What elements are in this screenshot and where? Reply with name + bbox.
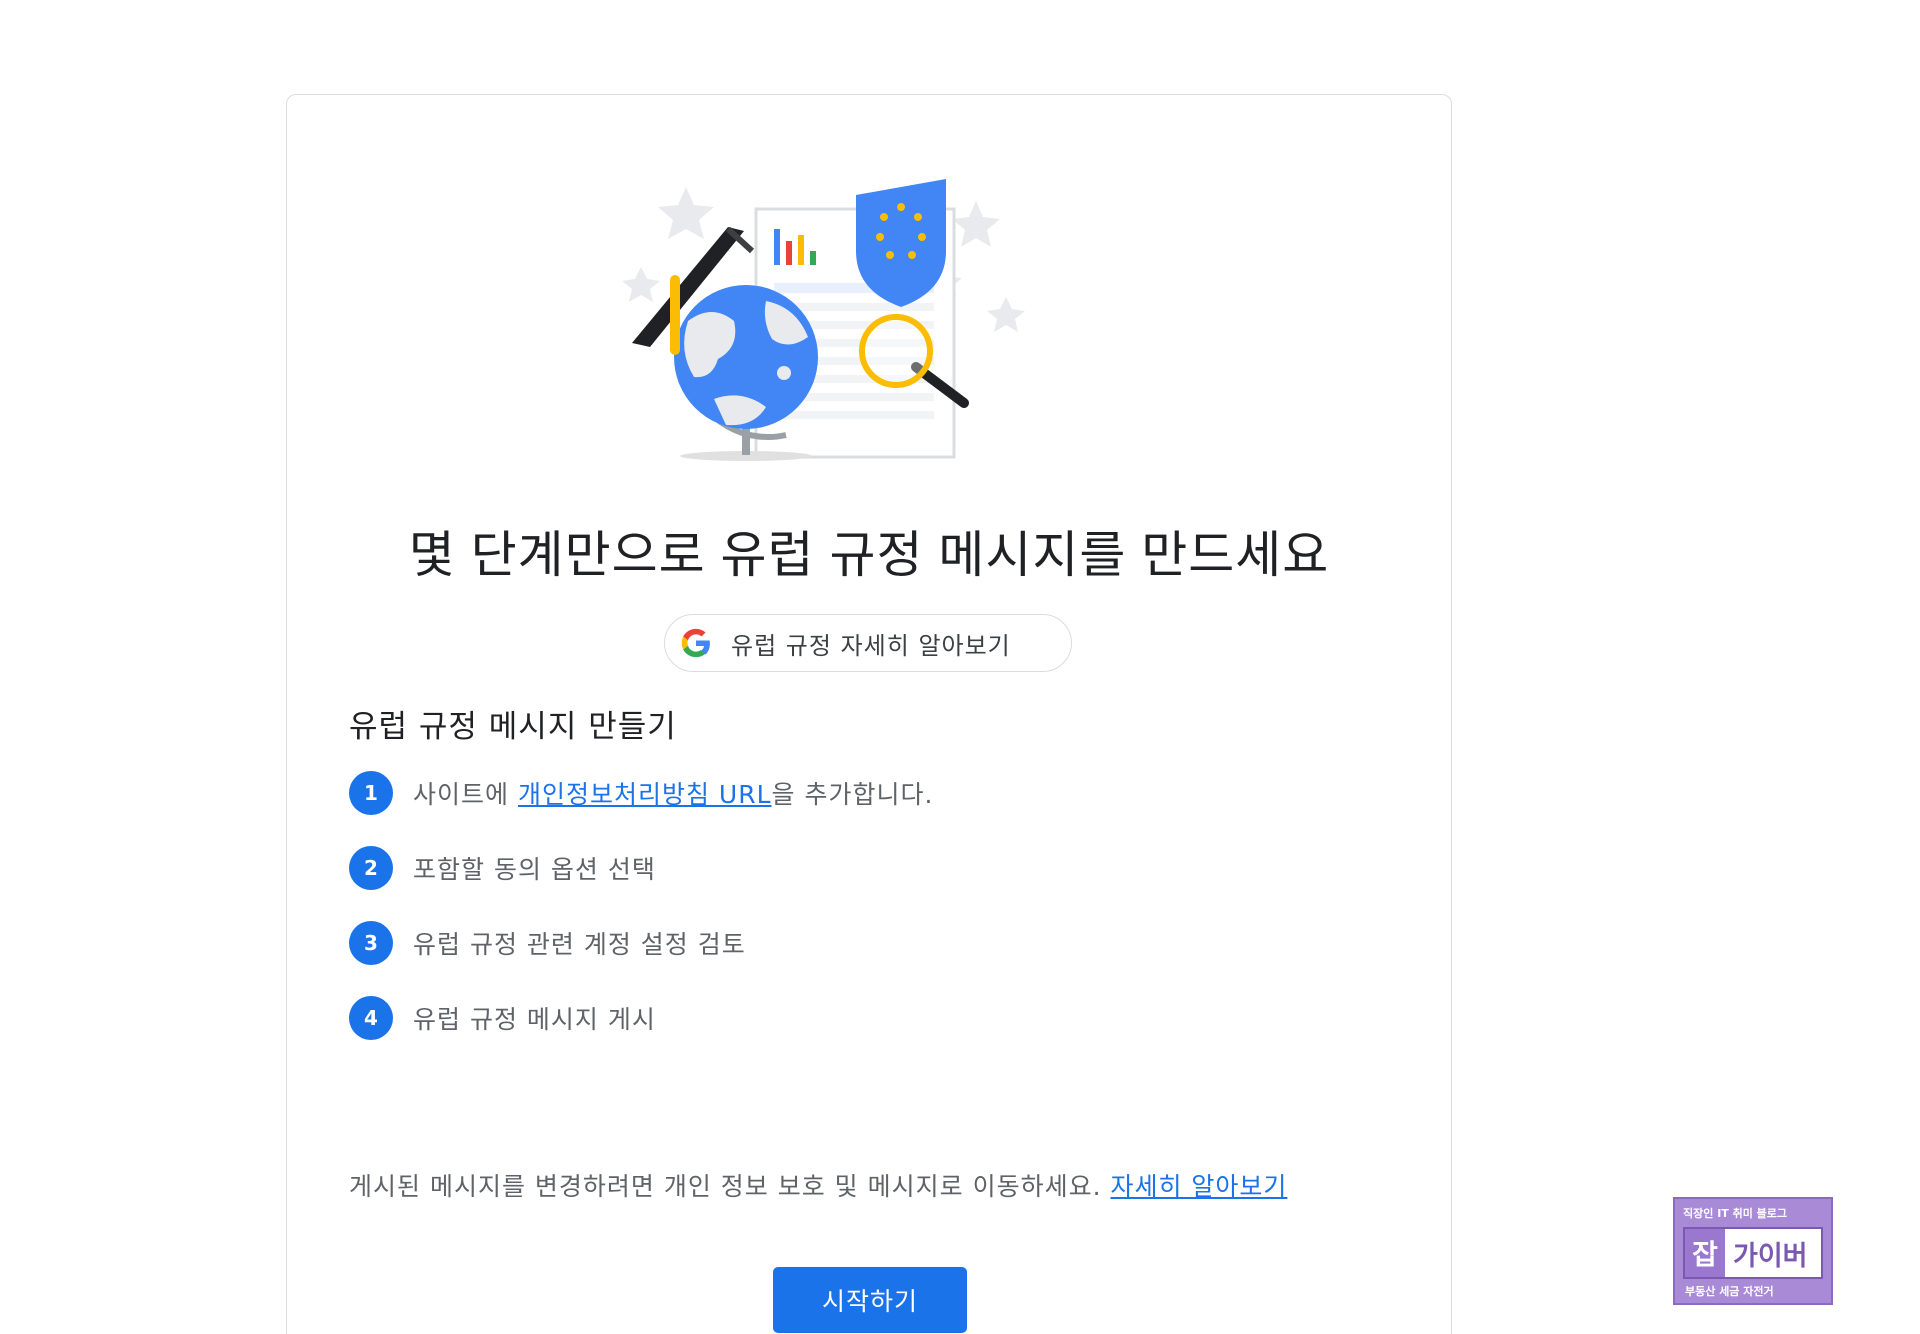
step-text: 포함할 동의 옵션 선택 <box>413 855 656 884</box>
step-number-badge: 4 <box>349 996 393 1040</box>
eu-regulation-illustration <box>622 179 1025 461</box>
step-number-badge: 3 <box>349 921 393 965</box>
note-text: 게시된 메시지를 변경하려면 개인 정보 보호 및 메시지로 이동하세요. <box>349 1172 1111 1201</box>
watermark-brand-name: 가이버 <box>1733 1240 1808 1272</box>
step-text: 유럽 규정 관련 계정 설정 검토 <box>413 930 746 959</box>
eu-consent-setup-card: 몇 단계만으로 유럽 규정 메시지를 만드세요 유럽 규정 자세히 알아보기 유… <box>286 94 1452 1334</box>
blog-watermark-logo: 직장인 IT 취미 블로그 잡 가이버 부동산 세금 자전거 <box>1673 1197 1833 1305</box>
learn-more-link[interactable]: 자세히 알아보기 <box>1110 1172 1287 1201</box>
step-text-suffix: 을 추가합니다. <box>771 780 934 809</box>
privacy-policy-url-link[interactable]: 개인정보처리방침 URL <box>518 780 772 809</box>
step-text-prefix: 사이트에 <box>413 780 518 809</box>
watermark-bottom-text: 부동산 세금 자전거 <box>1685 1285 1774 1298</box>
step-number-badge: 2 <box>349 846 393 890</box>
step-1: 1 사이트에 개인정보처리방침 URL을 추가합니다. <box>349 770 933 816</box>
get-started-button[interactable]: 시작하기 <box>773 1267 967 1333</box>
learn-eu-regulations-button[interactable]: 유럽 규정 자세히 알아보기 <box>664 614 1072 672</box>
step-2: 2 포함할 동의 옵션 선택 <box>349 845 656 891</box>
google-g-icon <box>681 628 710 658</box>
privacy-messaging-note: 게시된 메시지를 변경하려면 개인 정보 보호 및 메시지로 이동하세요. 자세… <box>349 1167 1287 1203</box>
watermark-brand: 잡 가이버 <box>1683 1227 1823 1279</box>
step-3: 3 유럽 규정 관련 계정 설정 검토 <box>349 920 746 966</box>
watermark-brand-char: 잡 <box>1685 1229 1725 1277</box>
watermark-top-text: 직장인 IT 취미 블로그 <box>1683 1207 1788 1220</box>
step-4: 4 유럽 규정 메시지 게시 <box>349 995 656 1041</box>
page-headline: 몇 단계만으로 유럽 규정 메시지를 만드세요 <box>408 527 1330 583</box>
step-text: 유럽 규정 메시지 게시 <box>413 1005 656 1034</box>
learn-eu-regulations-label: 유럽 규정 자세히 알아보기 <box>731 631 1011 660</box>
step-number-badge: 1 <box>349 771 393 815</box>
step-text: 사이트에 개인정보처리방침 URL을 추가합니다. <box>413 775 933 811</box>
section-title: 유럽 규정 메시지 만들기 <box>349 709 677 745</box>
